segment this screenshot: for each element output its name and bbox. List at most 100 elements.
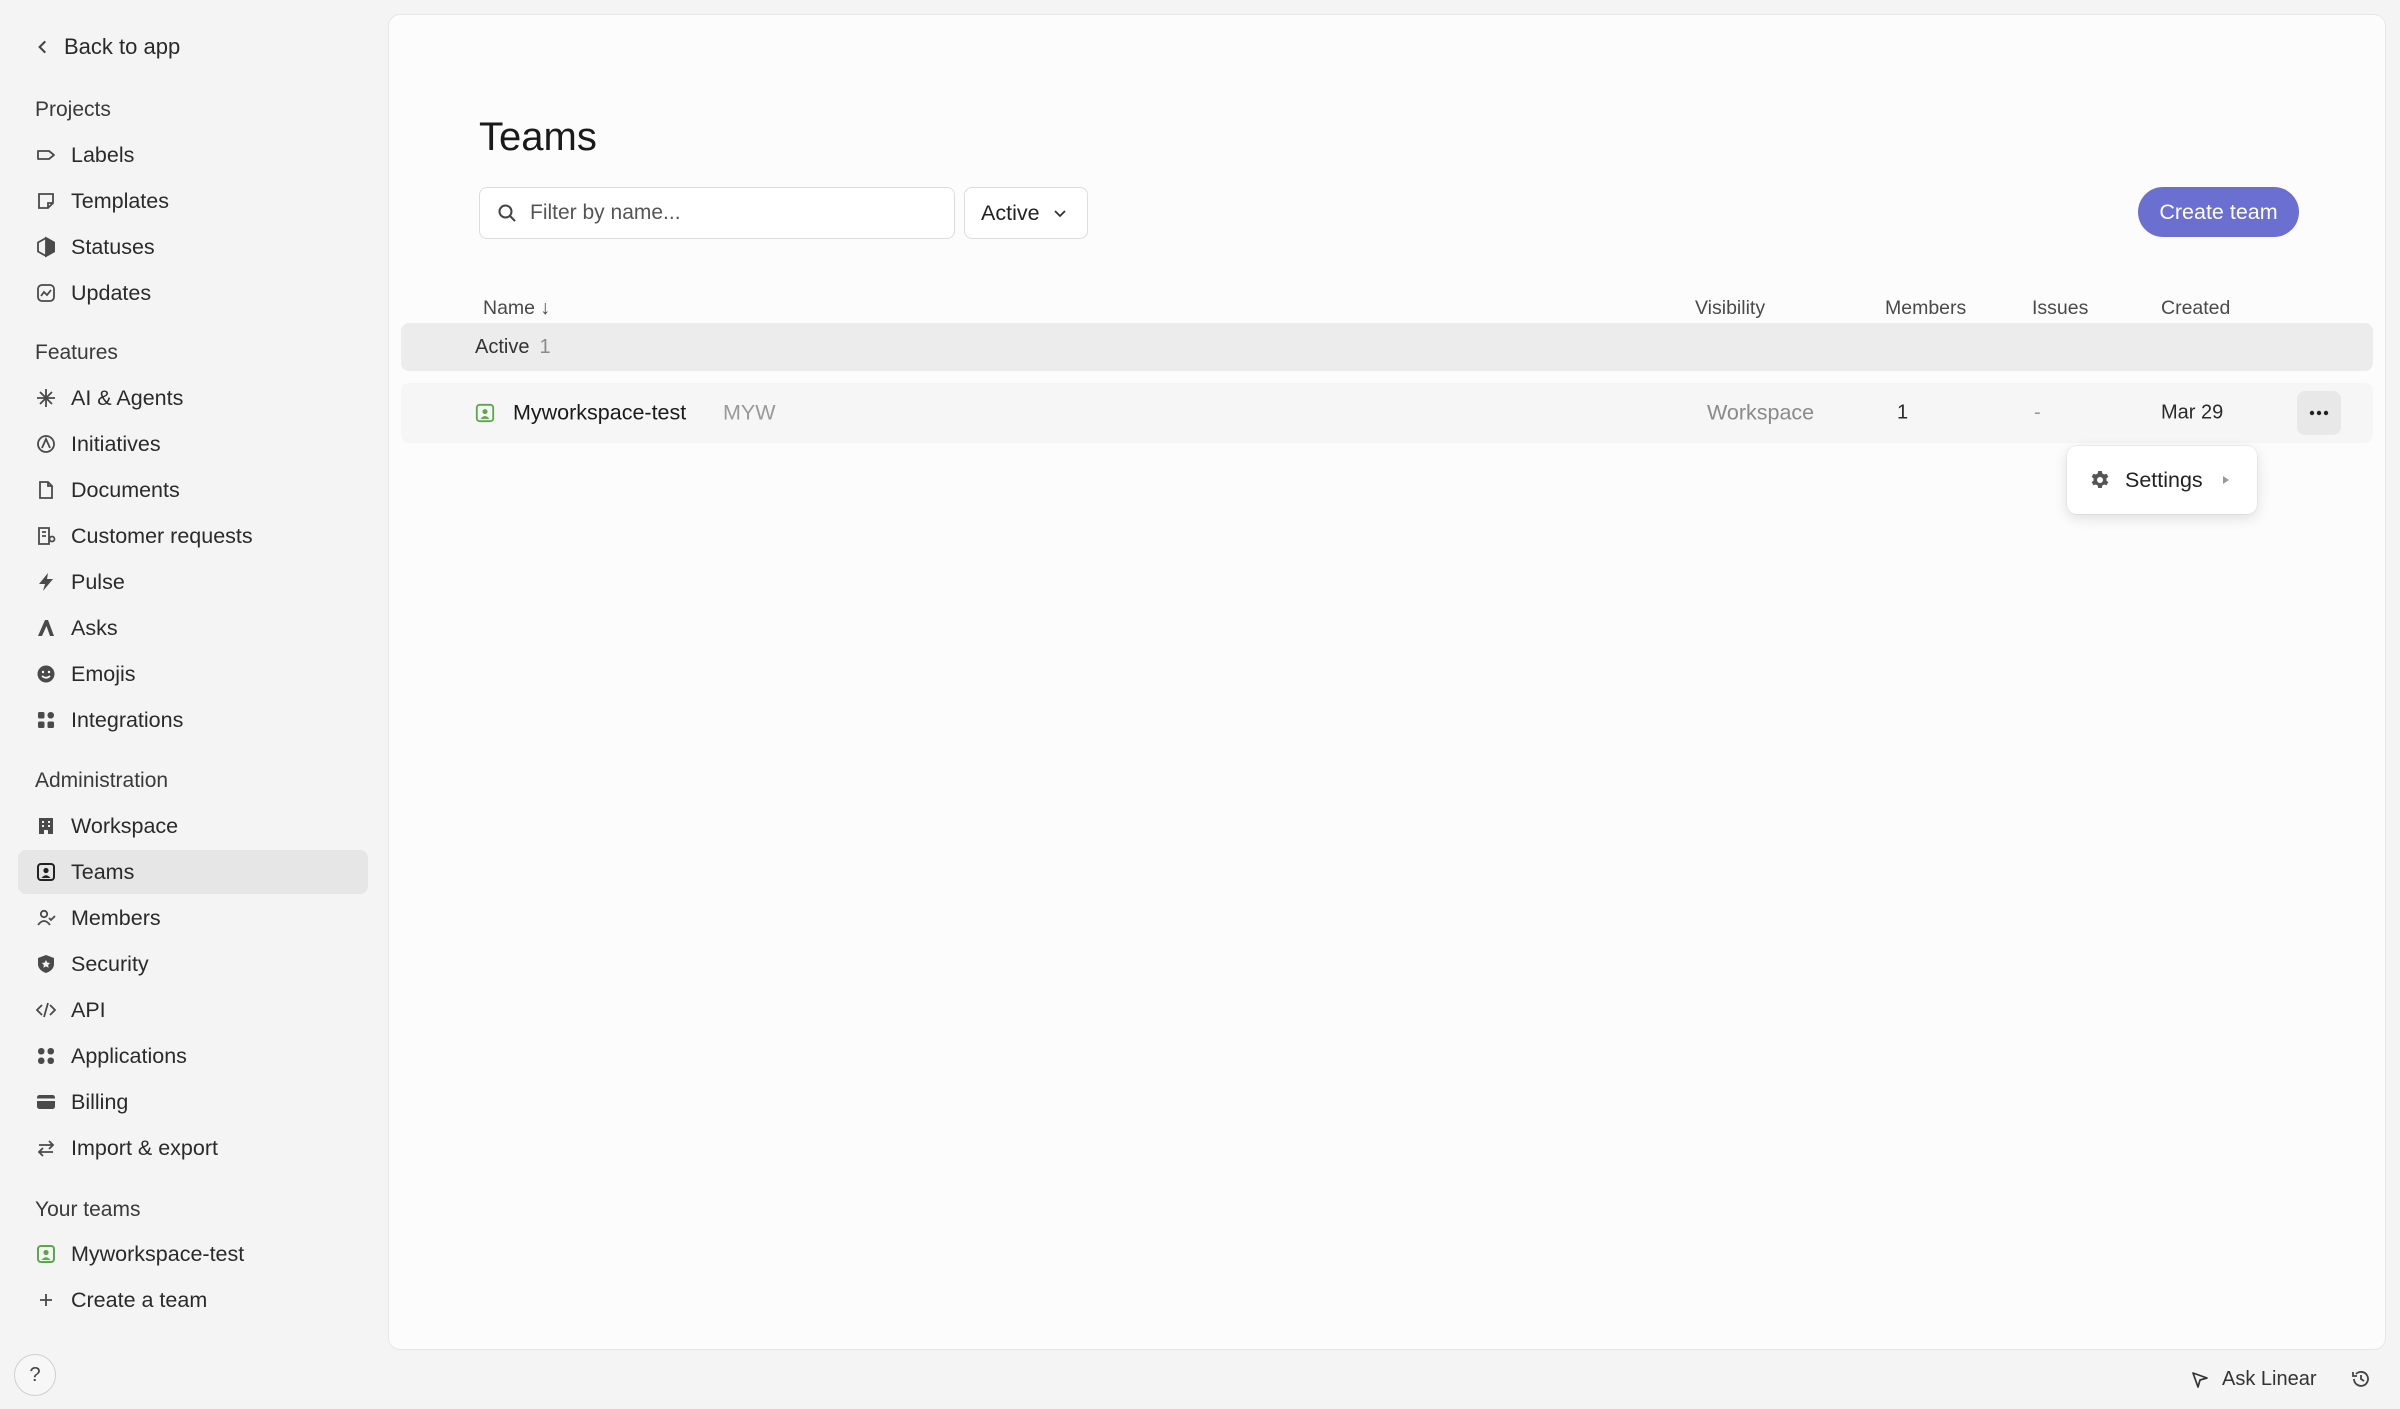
group-label: Active [475, 335, 530, 358]
smiley-icon [35, 663, 57, 685]
sidebar-item-label: AI & Agents [71, 385, 184, 410]
section-your-teams: Your teams [35, 1198, 141, 1221]
gear-icon [2091, 471, 2109, 488]
row-context-menu: Settings [2067, 446, 2257, 514]
sidebar-item-updates[interactable]: Updates [18, 271, 368, 315]
team-avatar-icon [35, 1243, 57, 1265]
sidebar-item-label: Asks [71, 615, 118, 640]
sidebar-item-templates[interactable]: Templates [18, 179, 368, 223]
sidebar-item-label: Workspace [71, 813, 179, 838]
team-visibility: Workspace [1707, 400, 1815, 425]
sidebar-item-label: Members [71, 905, 161, 930]
help-button[interactable]: ? [14, 1354, 56, 1396]
sidebar-item-documents[interactable]: Documents [18, 468, 368, 512]
back-to-app-link[interactable]: Back to app [34, 34, 180, 60]
column-header-members[interactable]: Members [1885, 297, 1966, 320]
team-key: MYW [723, 400, 776, 425]
team-badge-icon [35, 861, 57, 883]
filter-search-box[interactable] [479, 187, 955, 239]
group-count: 1 [539, 335, 551, 358]
ask-linear-label: Ask Linear [2222, 1368, 2317, 1390]
sidebar-item-initiatives[interactable]: Initiatives [18, 422, 368, 466]
initiative-icon [35, 433, 57, 455]
team-issues-count: - [2034, 401, 2041, 424]
grid-apps-icon [35, 709, 57, 731]
sidebar-item-label: Emojis [71, 661, 136, 686]
sidebar-item-statuses[interactable]: Statuses [18, 225, 368, 269]
shield-icon [35, 953, 57, 975]
sidebar-item-security[interactable]: Security [18, 942, 368, 986]
team-created-date: Mar 29 [2161, 401, 2224, 424]
plus-icon [35, 1289, 57, 1311]
column-header-visibility[interactable]: Visibility [1695, 297, 1765, 320]
section-features: Features [35, 341, 118, 364]
sidebar-item-label: API [71, 997, 106, 1022]
pulse-chart-icon [35, 282, 57, 304]
sidebar-item-api[interactable]: API [18, 988, 368, 1032]
sidebar-item-applications[interactable]: Applications [18, 1034, 368, 1078]
chevron-left-icon [38, 40, 46, 54]
column-header-issues[interactable]: Issues [2032, 297, 2088, 320]
sidebar-item-create-team[interactable]: Create a team [18, 1278, 368, 1322]
teams-panel: Teams Active Create team Name ↓ Visibili… [388, 14, 2386, 1350]
sidebar-item-labels[interactable]: Labels [18, 133, 368, 177]
sidebar-item-label: Initiatives [71, 431, 161, 456]
sidebar-item-ai-agents[interactable]: AI & Agents [18, 376, 368, 420]
code-icon [35, 999, 57, 1021]
sidebar-item-myworkspace-test[interactable]: Myworkspace-test [18, 1232, 368, 1276]
sidebar-item-label: Myworkspace-test [71, 1241, 245, 1266]
sidebar-item-asks[interactable]: Asks [18, 606, 368, 650]
team-members-count: 1 [1897, 401, 1909, 424]
sidebar-item-label: Create a team [71, 1287, 208, 1312]
menu-item-settings[interactable]: Settings [2125, 468, 2203, 493]
create-team-button[interactable]: Create team [2138, 187, 2299, 237]
building-icon [35, 815, 57, 837]
group-header-active[interactable]: Active 1 [401, 323, 2373, 371]
customer-request-icon [35, 525, 57, 547]
asks-icon [35, 617, 57, 639]
cursor-arrow-icon [2192, 1371, 2208, 1388]
sidebar-item-label: Integrations [71, 707, 184, 732]
sidebar-item-label: Templates [71, 188, 169, 213]
sidebar-item-customer-requests[interactable]: Customer requests [18, 514, 368, 558]
status-filter-value: Active [981, 200, 1040, 225]
sidebar-item-label: Applications [71, 1043, 187, 1068]
back-to-app-label: Back to app [64, 34, 181, 59]
sidebar-item-label: Import & export [71, 1135, 218, 1160]
table-row[interactable]: Myworkspace-test MYW Workspace 1 - Mar 2… [401, 383, 2373, 443]
sidebar-item-pulse[interactable]: Pulse [18, 560, 368, 604]
row-more-options-button[interactable] [2297, 391, 2341, 435]
sidebar-item-members[interactable]: Members [18, 896, 368, 940]
sidebar-item-label: Billing [71, 1089, 129, 1114]
sidebar-item-label: Security [71, 951, 149, 976]
history-icon[interactable] [2350, 1368, 2372, 1390]
column-header-name[interactable]: Name ↓ [483, 297, 550, 320]
team-avatar-icon [475, 403, 495, 423]
lightning-icon [35, 571, 57, 593]
sidebar-item-label: Documents [71, 477, 180, 502]
sidebar-item-label: Teams [71, 859, 135, 884]
section-administration: Administration [35, 769, 169, 792]
search-icon [498, 204, 516, 222]
more-horizontal-icon [2309, 410, 2329, 416]
sidebar-item-emojis[interactable]: Emojis [18, 652, 368, 696]
page-title: Teams [479, 115, 597, 159]
sidebar-item-billing[interactable]: Billing [18, 1080, 368, 1124]
ask-linear-button[interactable]: Ask Linear [2190, 1368, 2317, 1391]
sidebar-item-workspace[interactable]: Workspace [18, 804, 368, 848]
sparkle-icon [35, 387, 57, 409]
sidebar-item-label: Pulse [71, 569, 125, 594]
column-header-created[interactable]: Created [2161, 297, 2230, 320]
status-filter-dropdown[interactable]: Active [964, 187, 1088, 239]
hexagon-status-icon [35, 236, 57, 258]
filter-by-name-input[interactable] [530, 201, 930, 225]
sidebar-item-teams[interactable]: Teams [18, 850, 368, 894]
sidebar-item-label: Updates [71, 280, 152, 305]
sidebar-item-integrations[interactable]: Integrations [18, 698, 368, 742]
credit-card-icon [35, 1091, 57, 1113]
apps-grid-icon [35, 1045, 57, 1067]
section-projects: Projects [35, 98, 111, 121]
sidebar-item-import-export[interactable]: Import & export [18, 1126, 368, 1170]
chevron-down-icon [1053, 210, 1066, 218]
sidebar-item-label: Labels [71, 142, 135, 167]
